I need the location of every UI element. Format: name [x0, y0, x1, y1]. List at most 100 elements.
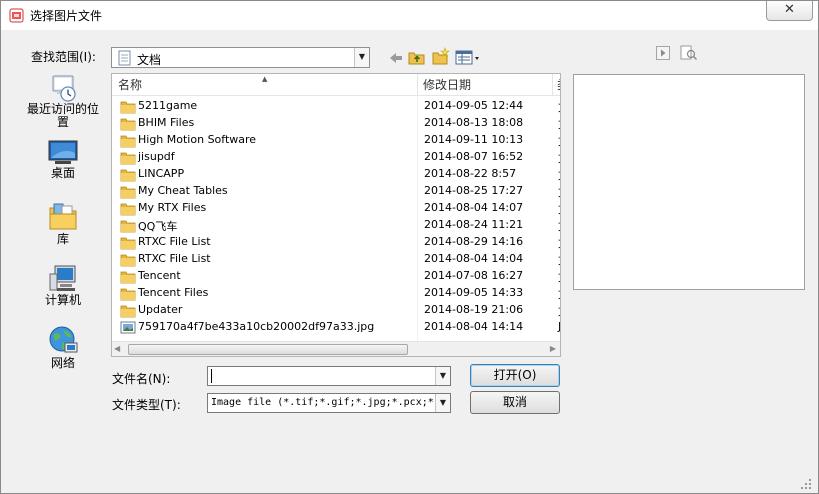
folder-icon — [120, 152, 136, 165]
image-file-icon — [120, 321, 136, 334]
file-row[interactable]: BHIM Files 2014-08-13 18:08 文 — [112, 115, 560, 132]
horizontal-scrollbar[interactable]: ◀ ▶ — [112, 341, 560, 356]
computer-icon — [49, 265, 76, 291]
resize-grip-icon[interactable] — [799, 477, 813, 491]
folder-icon — [120, 271, 136, 284]
preview-pane — [573, 74, 805, 290]
file-row[interactable]: Updater 2014-08-19 21:06 文 — [112, 302, 560, 319]
folder-icon — [120, 254, 136, 267]
document-folder-icon — [118, 50, 131, 66]
file-name: My Cheat Tables — [138, 184, 228, 197]
file-row[interactable]: RTXC File List 2014-08-29 14:16 文 — [112, 234, 560, 251]
view-menu-icon[interactable] — [455, 49, 481, 67]
preview-play-icon[interactable] — [656, 46, 670, 60]
file-date: 2014-08-07 16:52 — [424, 150, 524, 163]
libraries-icon — [49, 203, 77, 230]
file-date: 2014-08-04 14:14 — [424, 320, 524, 333]
file-dialog-window: 选择图片文件 ✕ 查找范围(I): 文档 ▼ 最近访问的位置 桌面 库 计算机 … — [0, 0, 819, 494]
file-type-cell: 文 — [558, 286, 560, 302]
open-button[interactable]: 打开(O) — [470, 364, 560, 387]
preview-zoom-icon[interactable] — [680, 45, 698, 61]
file-type-cell: 文 — [558, 269, 560, 285]
chevron-down-icon[interactable]: ▼ — [435, 394, 450, 412]
file-date: 2014-08-19 21:06 — [424, 303, 524, 316]
file-name: 5211game — [138, 99, 198, 112]
file-row[interactable]: My RTX Files 2014-08-04 14:07 文 — [112, 200, 560, 217]
file-row[interactable]: 5211game 2014-09-05 12:44 文 — [112, 98, 560, 115]
file-list[interactable]: 名称 ▲ 修改日期 类 5211game2014-09-05 12:44文BHI… — [111, 73, 561, 357]
file-date: 2014-08-04 14:07 — [424, 201, 524, 214]
column-header-type[interactable]: 类 — [552, 74, 560, 96]
folder-icon — [120, 169, 136, 182]
file-row[interactable]: 759170a4f7be433a10cb20002df97a33.jpg 2014… — [112, 319, 560, 336]
title-bar[interactable]: 选择图片文件 ✕ — [1, 1, 818, 30]
column-header-date[interactable]: 修改日期 — [417, 74, 552, 96]
file-row[interactable]: My Cheat Tables 2014-08-25 17:27 文 — [112, 183, 560, 200]
folder-icon — [120, 101, 136, 114]
close-button[interactable]: ✕ — [766, 1, 813, 21]
filetype-select[interactable]: Image file (*.tif;*.gif;*.jpg;*.pcx;*. ▼ — [207, 393, 451, 413]
file-row[interactable]: High Motion Software 2014-09-11 10:13 文 — [112, 132, 560, 149]
place-label: 计算机 — [44, 293, 81, 307]
lookin-label: 查找范围(I): — [31, 50, 96, 64]
scroll-right-icon[interactable]: ▶ — [550, 344, 556, 353]
folder-icon — [120, 220, 136, 233]
recent-places-icon — [52, 75, 76, 102]
file-list-header: 名称 ▲ 修改日期 类 — [112, 74, 560, 96]
file-type-cell: 文 — [558, 133, 560, 149]
place-label: 网络 — [50, 356, 75, 370]
place-libraries[interactable]: 库 — [23, 201, 103, 246]
up-folder-icon[interactable] — [407, 48, 427, 66]
lookin-combo[interactable]: 文档 ▼ — [111, 47, 370, 68]
file-date: 2014-08-29 14:16 — [424, 235, 524, 248]
folder-icon — [120, 305, 136, 318]
file-name: RTXC File List — [138, 235, 211, 248]
file-type-cell: 文 — [558, 150, 560, 166]
file-date: 2014-08-25 17:27 — [424, 184, 524, 197]
place-desktop[interactable]: 桌面 — [23, 139, 103, 180]
filetype-label: 文件类型(T): — [112, 398, 181, 412]
file-row[interactable]: Tencent 2014-07-08 16:27 文 — [112, 268, 560, 285]
cancel-button[interactable]: 取消 — [470, 391, 560, 414]
place-recent[interactable]: 最近访问的位置 — [23, 73, 103, 129]
file-row[interactable]: LINCAPP 2014-08-22 8:57 文 — [112, 166, 560, 183]
file-date: 2014-08-13 18:08 — [424, 116, 524, 129]
filename-input[interactable]: ▼ — [207, 366, 451, 386]
file-date: 2014-09-11 10:13 — [424, 133, 524, 146]
file-type-cell: 文 — [558, 116, 560, 132]
file-date: 2014-08-22 8:57 — [424, 167, 517, 180]
folder-icon — [120, 237, 136, 250]
file-name: Updater — [138, 303, 183, 316]
scrollbar-thumb[interactable] — [128, 344, 408, 355]
place-label: 桌面 — [50, 166, 75, 180]
place-label: 库 — [56, 232, 69, 246]
back-icon[interactable] — [386, 49, 406, 67]
chevron-down-icon[interactable]: ▼ — [354, 48, 369, 67]
lookin-value: 文档 — [137, 53, 162, 67]
chevron-down-icon[interactable]: ▼ — [435, 367, 450, 385]
file-row[interactable]: jisupdf 2014-08-07 16:52 文 — [112, 149, 560, 166]
file-name: Tencent Files — [138, 286, 209, 299]
file-name: My RTX Files — [138, 201, 207, 214]
window-title: 选择图片文件 — [30, 9, 103, 23]
file-row[interactable]: QQ飞车 2014-08-24 11:21 文 — [112, 217, 560, 234]
file-row[interactable]: RTXC File List 2014-08-04 14:04 文 — [112, 251, 560, 268]
new-folder-icon[interactable] — [431, 47, 451, 65]
filename-label: 文件名(N): — [112, 372, 171, 386]
file-date: 2014-08-24 11:21 — [424, 218, 524, 231]
file-type-cell: 文 — [558, 252, 560, 268]
file-row[interactable]: Tencent Files 2014-09-05 14:33 文 — [112, 285, 560, 302]
network-icon — [49, 326, 78, 353]
place-network[interactable]: 网络 — [23, 325, 103, 370]
file-date: 2014-09-05 12:44 — [424, 99, 524, 112]
file-name: RTXC File List — [138, 252, 211, 265]
file-name: LINCAPP — [138, 167, 185, 180]
file-name: High Motion Software — [138, 133, 257, 146]
scroll-left-icon[interactable]: ◀ — [114, 344, 120, 353]
filetype-value: Image file (*.tif;*.gif;*.jpg;*.pcx;*. — [211, 397, 440, 408]
file-name: 759170a4f7be433a10cb20002df97a33.jpg — [138, 320, 375, 333]
file-type-cell: 文 — [558, 184, 560, 200]
place-computer[interactable]: 计算机 — [23, 264, 103, 307]
folder-icon — [120, 288, 136, 301]
folder-icon — [120, 135, 136, 148]
